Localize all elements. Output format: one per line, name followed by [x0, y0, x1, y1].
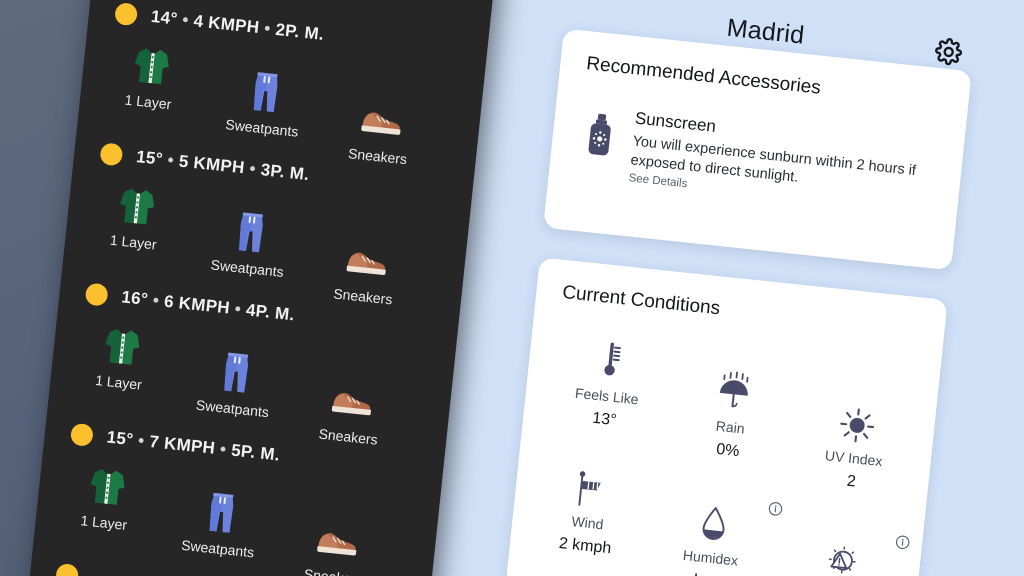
garment-row: 1 Layer Sweatpants: [78, 35, 485, 167]
garment-item: 1 Layer: [47, 457, 165, 536]
sweatpants-icon: [178, 343, 294, 402]
sneaker-icon: [323, 91, 439, 150]
hour-time: 4P. M.: [245, 300, 296, 325]
metric-sunburn: Sunburn 1h 23m: [769, 530, 910, 576]
green-jacket-icon: [49, 457, 165, 516]
garment-item: 1 Layer: [92, 36, 210, 115]
hour-temp: 15°: [105, 427, 135, 450]
hourly-row[interactable]: 14° • 4 KMPH • 2P. M. 1 Layer Sweatpants…: [90, 0, 488, 167]
hour-temp: 16°: [120, 287, 149, 309]
thermometer-icon: [546, 333, 676, 390]
hour-temp: 15°: [135, 147, 164, 169]
sun-dot-icon: [55, 562, 80, 576]
hour-temp: 14°: [150, 6, 179, 29]
green-jacket-icon: [64, 317, 180, 376]
metric-value: 2 kmph: [558, 534, 613, 558]
separator: •: [181, 10, 190, 30]
sun-dot-icon: [114, 2, 139, 27]
sneaker-icon: [294, 371, 410, 430]
garment-item: Sneakers: [292, 371, 410, 450]
humidity-drop-icon: [649, 495, 779, 552]
garment-item: Sneakers: [277, 511, 395, 576]
separator: •: [166, 150, 175, 170]
metric-value: 2: [845, 472, 857, 491]
info-icon[interactable]: [767, 501, 783, 517]
separator: •: [233, 299, 243, 319]
metric-wind: Wind 2 kmph: [521, 459, 656, 562]
hour-summary: [55, 562, 93, 576]
accessory-item: Sunscreen You will experience sunburn wi…: [580, 103, 948, 190]
metric-uv-index: UV Index 2: [788, 395, 923, 498]
app-screenshot: N 5 Madrid Recommended Accessories: [0, 0, 1024, 576]
page-title: Madrid: [725, 13, 806, 50]
metric-rain: Rain 0%: [664, 364, 799, 467]
sneaker-icon: [279, 511, 395, 570]
garment-row: 1 Layer Sweatpants: [63, 175, 470, 307]
garment-item: Sweatpants: [161, 483, 279, 562]
recommended-accessories-card: Recommended Accessories Sunscreen You wi…: [543, 28, 972, 271]
sunscreen-bottle-icon: [581, 111, 619, 156]
hour-time: 3P. M.: [259, 160, 311, 185]
metric-value: 13°: [591, 409, 618, 430]
info-icon[interactable]: [894, 534, 910, 550]
sweatpants-icon: [208, 62, 324, 121]
garment-item: Sneakers: [306, 231, 424, 310]
metric-humidex: Humidex Low: [644, 495, 783, 576]
green-jacket-icon: [94, 36, 210, 95]
metric-feels-like: Feels Like 13°: [541, 333, 676, 436]
hour-summary: 16° • 6 KMPH • 4P. M.: [84, 282, 296, 327]
windsock-icon: [526, 459, 656, 516]
conditions-grid: Feels Like 13° Rain 0% UV Index 2 Wind 2…: [525, 333, 926, 576]
sun-dot-icon: [99, 142, 124, 167]
separator: •: [137, 430, 146, 451]
garment-item: Sweatpants: [205, 62, 323, 141]
garment-item: Sweatpants: [191, 203, 309, 282]
sun-dot-icon: [84, 282, 109, 307]
accessories-heading: Recommended Accessories: [585, 53, 822, 99]
garment-item: Sweatpants: [176, 343, 294, 422]
conditions-heading: Current Conditions: [561, 281, 722, 320]
garment-row: 1 Layer Sweatpants: [48, 316, 455, 448]
hour-wind: 6 KMPH: [163, 291, 231, 318]
hourly-forecast-panel[interactable]: 14° • 4 KMPH • 2P. M. 1 Layer Sweatpants…: [15, 0, 501, 576]
garment-item: Sneakers: [321, 91, 439, 170]
current-conditions-card: Current Conditions Feels Like 13° Rain 0…: [505, 257, 948, 576]
hour-wind: 5 KMPH: [177, 151, 246, 178]
green-jacket-icon: [79, 177, 195, 236]
metric-value: 0%: [715, 440, 741, 461]
sun-icon: [792, 395, 922, 452]
garment-row: 1 Layer Sweatpants: [33, 456, 440, 576]
separator: •: [248, 158, 257, 179]
hour-wind: 7 KMPH: [148, 431, 217, 458]
hour-time: 5P. M.: [230, 440, 281, 465]
hour-summary: 15° • 5 KMPH • 3P. M.: [99, 142, 310, 186]
sneaker-icon: [308, 231, 424, 290]
sweatpants-icon: [163, 483, 279, 542]
hour-wind: 4 KMPH: [192, 11, 261, 38]
hour-summary: 14° • 4 KMPH • 2P. M.: [114, 2, 325, 46]
garment-item: 1 Layer: [62, 317, 180, 396]
hour-summary: 15° • 7 KMPH • 5P. M.: [69, 422, 281, 467]
sweatpants-icon: [193, 203, 309, 262]
hour-time: 2P. M.: [274, 19, 325, 44]
separator: •: [263, 18, 272, 39]
separator: •: [151, 290, 161, 311]
separator: •: [219, 439, 228, 459]
rain-umbrella-icon: [669, 364, 799, 421]
gear-icon[interactable]: [932, 35, 965, 68]
sunburn-warning-icon: [774, 530, 904, 576]
garment-item: 1 Layer: [77, 177, 195, 256]
sun-dot-icon: [69, 422, 94, 447]
